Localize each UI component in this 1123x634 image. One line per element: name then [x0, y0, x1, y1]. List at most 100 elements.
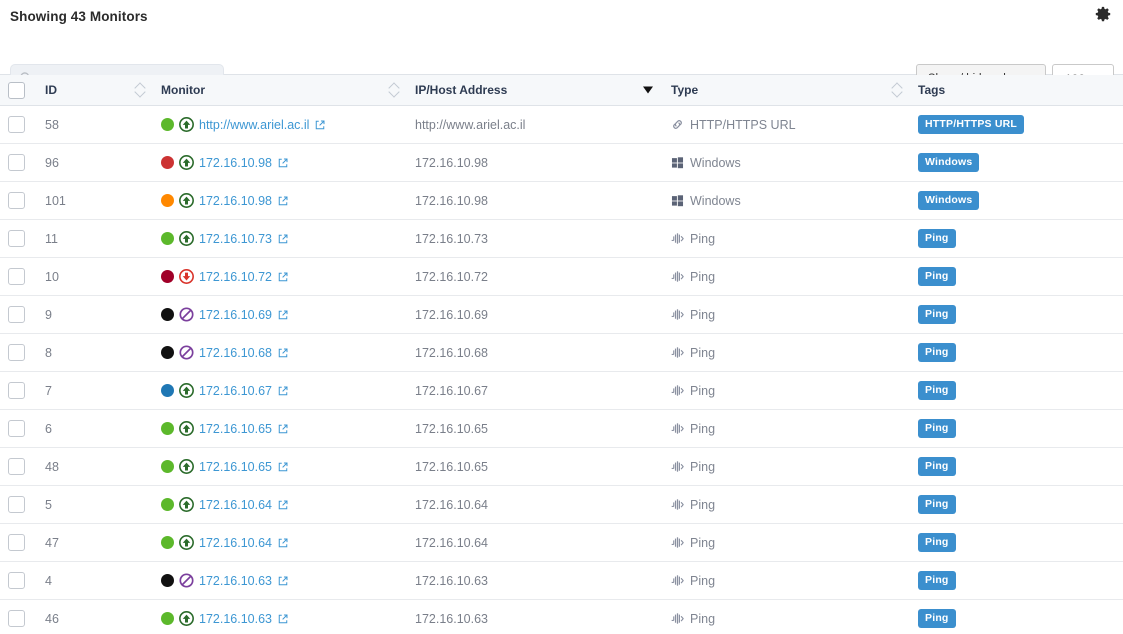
tag-badge[interactable]: HTTP/HTTPS URL — [918, 115, 1025, 134]
external-link-icon — [278, 196, 288, 205]
row-checkbox[interactable] — [8, 230, 25, 247]
cell-tags: Ping — [910, 485, 1123, 524]
row-checkbox[interactable] — [8, 268, 25, 285]
tag-badge[interactable]: Ping — [918, 381, 956, 400]
tag-badge[interactable]: Ping — [918, 495, 956, 514]
table-row[interactable]: 7 172.16.10.67 172.16.10.67 Ping Ping — [0, 371, 1123, 410]
monitor-link[interactable]: 172.16.10.98 — [199, 156, 272, 170]
row-checkbox[interactable] — [8, 382, 25, 399]
tag-badge[interactable]: Ping — [918, 419, 956, 438]
row-select-cell — [0, 333, 37, 372]
row-checkbox[interactable] — [8, 116, 25, 133]
cell-tags: Ping — [910, 447, 1123, 486]
table-row[interactable]: 6 172.16.10.65 172.16.10.65 Ping Ping — [0, 409, 1123, 448]
cell-type: Ping — [663, 447, 910, 486]
monitor-link[interactable]: 172.16.10.72 — [199, 270, 272, 284]
tag-badge[interactable]: Ping — [918, 343, 956, 362]
table-row[interactable]: 58 http://www.ariel.ac.il http://www.ariel… — [0, 105, 1123, 144]
monitor-link[interactable]: 172.16.10.68 — [199, 346, 272, 360]
type-label: Ping — [690, 307, 716, 322]
monitor-link[interactable]: 172.16.10.65 — [199, 460, 272, 474]
row-checkbox[interactable] — [8, 534, 25, 551]
cell-type: Ping — [663, 409, 910, 448]
monitor-link[interactable]: 172.16.10.63 — [199, 612, 272, 626]
cell-id: 7 — [37, 371, 153, 410]
external-link-icon — [278, 158, 288, 167]
external-link-icon — [278, 424, 288, 433]
row-select-cell — [0, 143, 37, 182]
tag-badge[interactable]: Ping — [918, 457, 956, 476]
row-checkbox[interactable] — [8, 496, 25, 513]
tag-badge[interactable]: Ping — [918, 609, 956, 628]
column-header-type[interactable]: Type — [663, 74, 910, 106]
row-checkbox[interactable] — [8, 458, 25, 475]
tag-badge[interactable]: Ping — [918, 267, 956, 286]
cell-id: 4 — [37, 561, 153, 600]
sort-indicator-id[interactable] — [135, 83, 144, 97]
status-up-icon — [179, 611, 194, 626]
monitor-link[interactable]: 172.16.10.64 — [199, 498, 272, 512]
sort-indicator-monitor[interactable] — [389, 83, 398, 97]
select-all-checkbox[interactable] — [8, 81, 25, 99]
row-checkbox[interactable] — [8, 610, 25, 627]
column-header-id[interactable]: ID — [37, 74, 153, 106]
ping-icon — [671, 233, 684, 244]
table-row[interactable]: 9 172.16.10.69 172.16.10.69 Ping Ping — [0, 295, 1123, 334]
row-checkbox[interactable] — [8, 344, 25, 361]
table-row[interactable]: 10 172.16.10.72 172.16.10.72 Ping Ping — [0, 257, 1123, 296]
row-checkbox[interactable] — [8, 420, 25, 437]
ping-icon — [671, 613, 684, 624]
table-row[interactable]: 101 172.16.10.98 172.16.10.98 Windows Window… — [0, 181, 1123, 220]
cell-type: Windows — [663, 181, 910, 220]
monitor-link[interactable]: 172.16.10.98 — [199, 194, 272, 208]
status-dot — [161, 232, 174, 245]
row-select-cell — [0, 371, 37, 410]
status-dot — [161, 460, 174, 473]
status-dot — [161, 118, 174, 131]
monitor-link[interactable]: 172.16.10.73 — [199, 232, 272, 246]
monitor-link[interactable]: 172.16.10.69 — [199, 308, 272, 322]
sort-indicator-ip-host-address-descending[interactable] — [643, 85, 654, 96]
cell-id: 58 — [37, 105, 153, 144]
table-row[interactable]: 48 172.16.10.65 172.16.10.65 Ping Ping — [0, 447, 1123, 486]
tag-badge[interactable]: Ping — [918, 305, 956, 324]
table-row[interactable]: 5 172.16.10.64 172.16.10.64 Ping Ping — [0, 485, 1123, 524]
cell-id: 10 — [37, 257, 153, 296]
status-dot — [161, 156, 174, 169]
tag-badge[interactable]: Ping — [918, 229, 956, 248]
table-row[interactable]: 46 172.16.10.63 172.16.10.63 Ping Ping — [0, 599, 1123, 634]
table-row[interactable]: 4 172.16.10.63 172.16.10.63 Ping Ping — [0, 561, 1123, 600]
monitor-link[interactable]: 172.16.10.67 — [199, 384, 272, 398]
row-checkbox[interactable] — [8, 154, 25, 171]
table-row[interactable]: 8 172.16.10.68 172.16.10.68 Ping Ping — [0, 333, 1123, 372]
tag-badge[interactable]: Windows — [918, 153, 980, 172]
table-row[interactable]: 96 172.16.10.98 172.16.10.98 Windows Windows — [0, 143, 1123, 182]
column-header-monitor[interactable]: Monitor — [153, 74, 407, 106]
cell-ip-host-address: 172.16.10.68 — [407, 333, 663, 372]
status-dot — [161, 498, 174, 511]
cell-type: Ping — [663, 599, 910, 634]
tag-badge[interactable]: Ping — [918, 571, 956, 590]
tag-badge[interactable]: Windows — [918, 191, 980, 210]
row-checkbox[interactable] — [8, 192, 25, 209]
row-checkbox[interactable] — [8, 306, 25, 323]
monitor-link[interactable]: 172.16.10.65 — [199, 422, 272, 436]
type-label: Ping — [690, 269, 716, 284]
status-up-icon — [179, 193, 194, 208]
monitor-link[interactable]: 172.16.10.63 — [199, 574, 272, 588]
tag-badge[interactable]: Ping — [918, 533, 956, 552]
monitor-link[interactable]: 172.16.10.64 — [199, 536, 272, 550]
column-label-id: ID — [45, 83, 57, 97]
sort-indicator-type[interactable] — [892, 83, 901, 97]
cell-tags: Ping — [910, 257, 1123, 296]
column-header-ip-host-address[interactable]: IP/Host Address — [407, 74, 663, 106]
cell-id: 46 — [37, 599, 153, 634]
link-icon — [673, 120, 682, 129]
monitor-link[interactable]: http://www.ariel.ac.il — [199, 118, 309, 132]
row-select-cell — [0, 561, 37, 600]
table-row[interactable]: 11 172.16.10.73 172.16.10.73 Ping Ping — [0, 219, 1123, 258]
status-dot — [161, 308, 174, 321]
gear-icon[interactable] — [1093, 5, 1113, 25]
row-checkbox[interactable] — [8, 572, 25, 589]
table-row[interactable]: 47 172.16.10.64 172.16.10.64 Ping Ping — [0, 523, 1123, 562]
